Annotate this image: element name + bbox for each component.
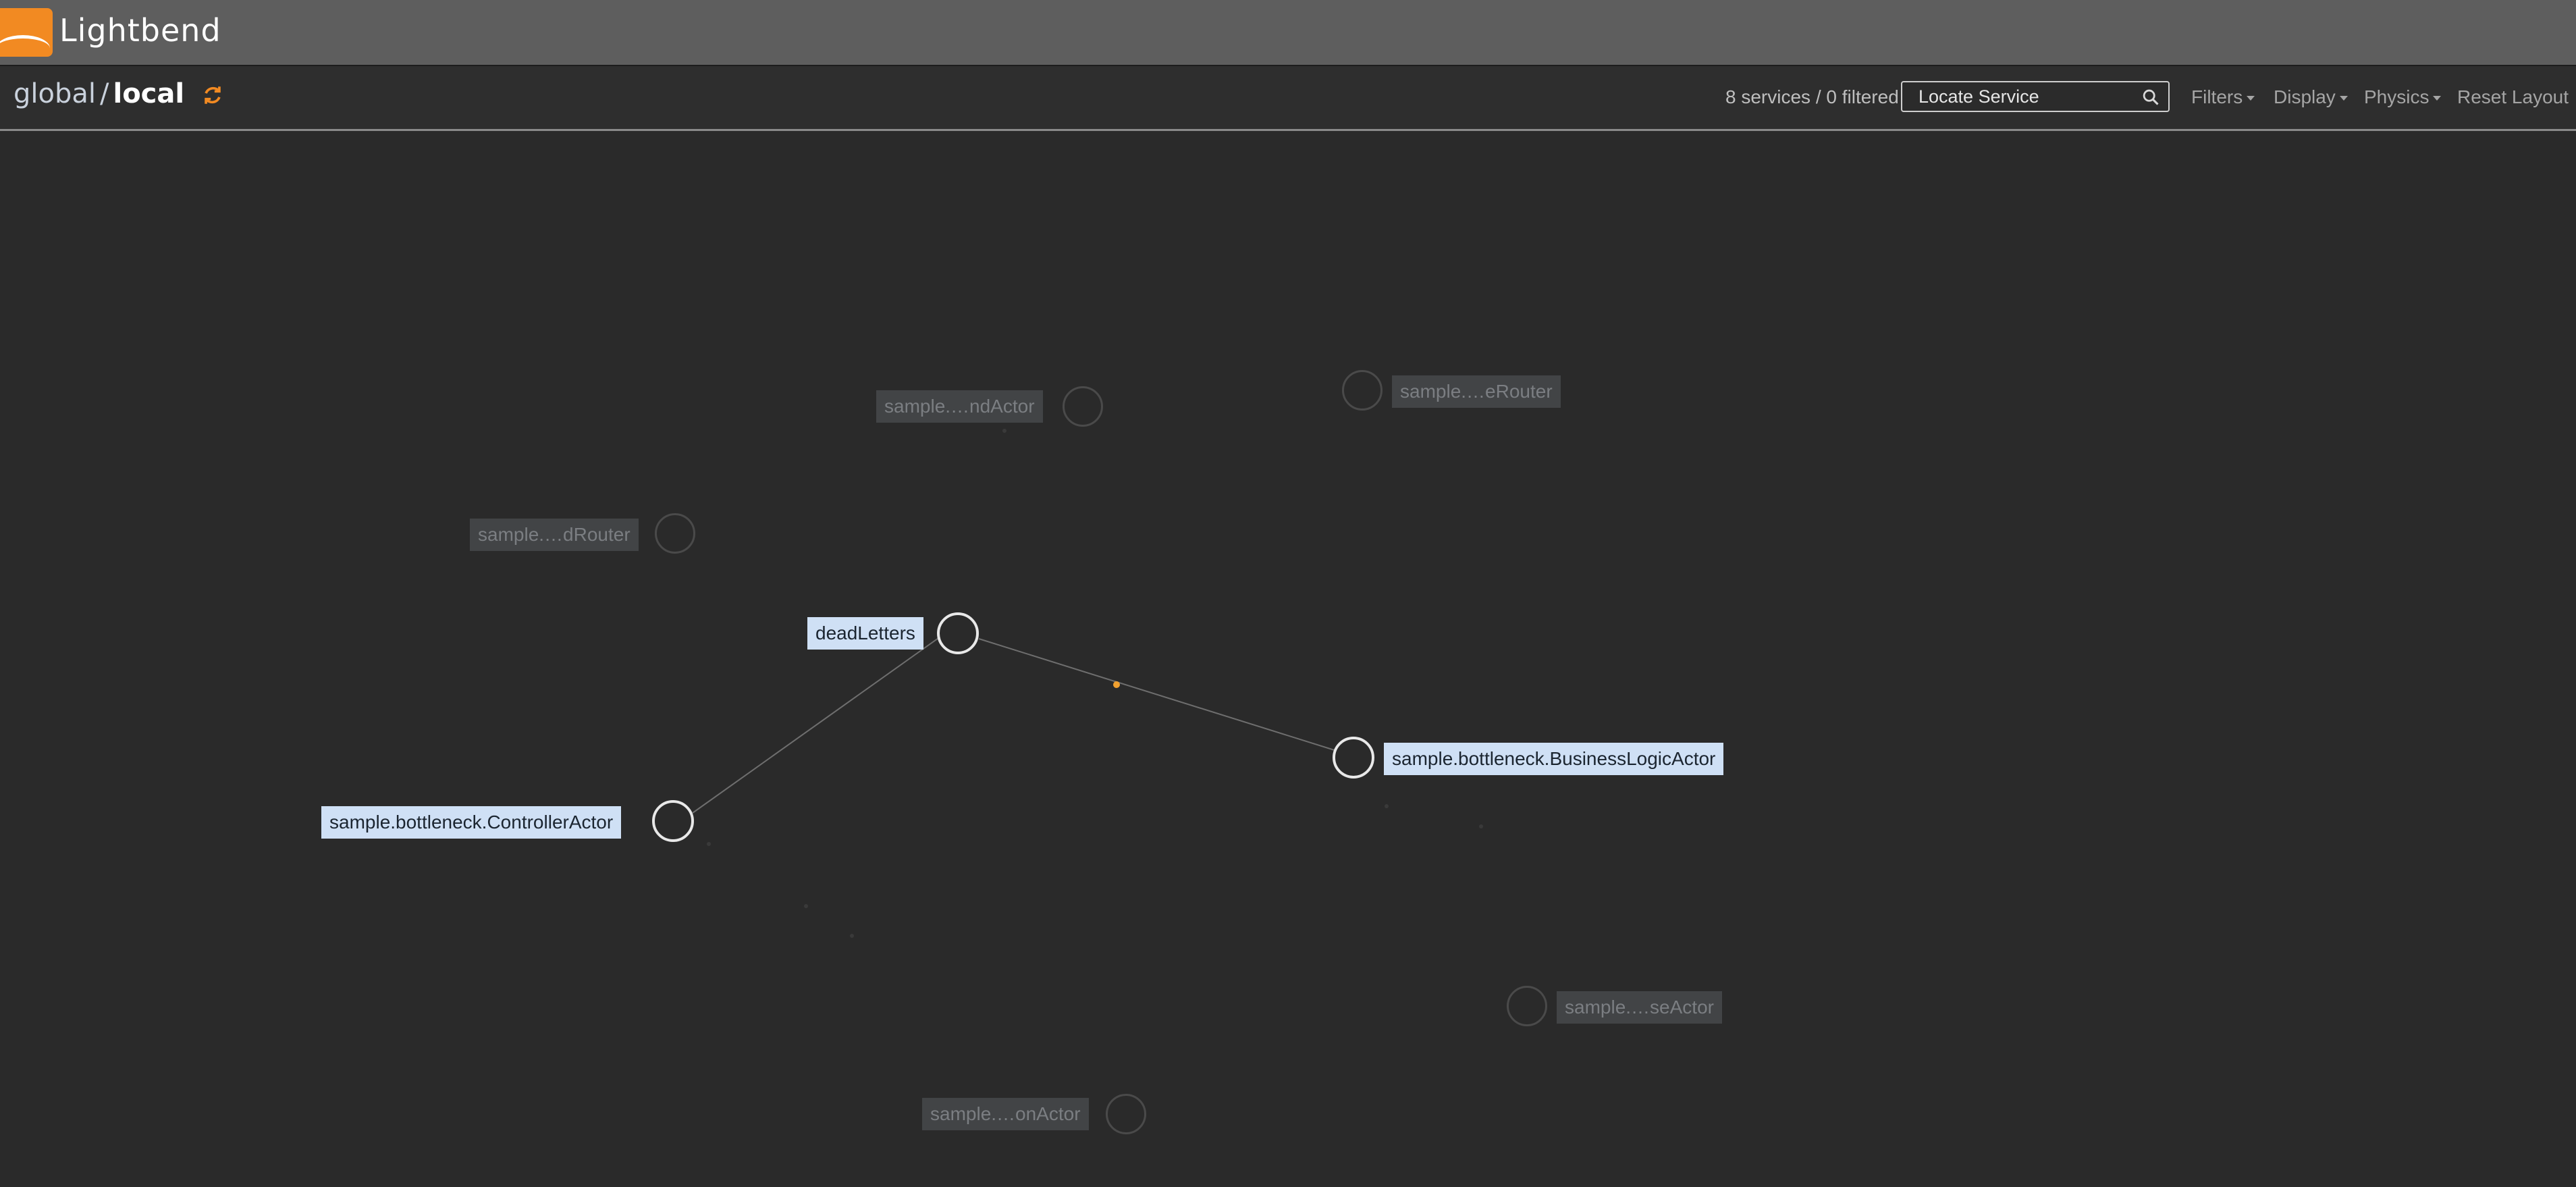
service-graph[interactable]: deadLetters sample.bottleneck.Controller…: [0, 131, 2576, 1187]
filters-menu[interactable]: Filters: [2191, 86, 2255, 108]
search-icon[interactable]: [2141, 88, 2160, 107]
chevron-down-icon: [2433, 96, 2442, 101]
physics-menu[interactable]: Physics: [2364, 86, 2442, 108]
service-node-business-logic-actor[interactable]: [1333, 737, 1374, 779]
particle: [804, 904, 808, 908]
service-node-seactor[interactable]: [1507, 986, 1547, 1026]
display-label: Display: [2274, 86, 2336, 107]
edge-deadletters-business: [978, 638, 1337, 751]
toolbar: global/local 8 services / 0 filtered Fil…: [0, 66, 2576, 131]
breadcrumb-local: local: [113, 78, 185, 109]
node-label-onactor[interactable]: sample.…onActor: [922, 1098, 1089, 1130]
service-count: 8 services / 0 filtered: [1725, 86, 1899, 107]
chevron-down-icon: [2247, 96, 2255, 101]
node-label-drouter[interactable]: sample.…dRouter: [470, 519, 639, 551]
breadcrumb: global / local: [14, 78, 224, 109]
app-header: Lightbend: [0, 0, 2576, 66]
brand-name: Lightbend: [59, 12, 221, 49]
physics-label: Physics: [2364, 86, 2430, 107]
node-label-erouter[interactable]: sample.…eRouter: [1392, 375, 1561, 408]
locate-service-input[interactable]: [1902, 82, 2132, 111]
service-node-controller-actor[interactable]: [652, 800, 694, 842]
node-label-deadletters[interactable]: deadLetters: [807, 617, 923, 650]
filters-label: Filters: [2191, 86, 2243, 107]
reset-layout-button[interactable]: Reset Layout: [2457, 86, 2569, 108]
breadcrumb-separator: /: [100, 78, 109, 109]
graph-edges: [692, 429, 1483, 938]
message-dot: [1113, 681, 1120, 688]
node-label-controller-actor[interactable]: sample.bottleneck.ControllerActor: [321, 806, 622, 839]
chevron-down-icon: [2339, 96, 2348, 101]
service-node-erouter[interactable]: [1342, 370, 1383, 411]
refresh-icon[interactable]: [201, 84, 224, 107]
breadcrumb-global[interactable]: global: [14, 78, 96, 109]
service-node-deadletters[interactable]: [937, 612, 979, 654]
node-label-business-logic-actor[interactable]: sample.bottleneck.BusinessLogicActor: [1384, 743, 1724, 775]
edge-deadletters-controller: [692, 633, 946, 814]
particle: [1479, 824, 1483, 828]
service-node-ndactor[interactable]: [1063, 386, 1103, 427]
node-label-ndactor[interactable]: sample.…ndActor: [876, 390, 1043, 423]
lightbend-logo-icon: [0, 8, 53, 57]
particle: [850, 934, 854, 938]
node-label-seactor[interactable]: sample.…seActor: [1557, 991, 1722, 1024]
service-node-onactor[interactable]: [1106, 1094, 1146, 1134]
particle: [707, 842, 711, 846]
service-node-drouter[interactable]: [655, 513, 695, 554]
locate-service-search[interactable]: [1901, 81, 2170, 112]
particle: [1385, 804, 1389, 808]
particle: [1002, 429, 1007, 433]
display-menu[interactable]: Display: [2274, 86, 2348, 108]
